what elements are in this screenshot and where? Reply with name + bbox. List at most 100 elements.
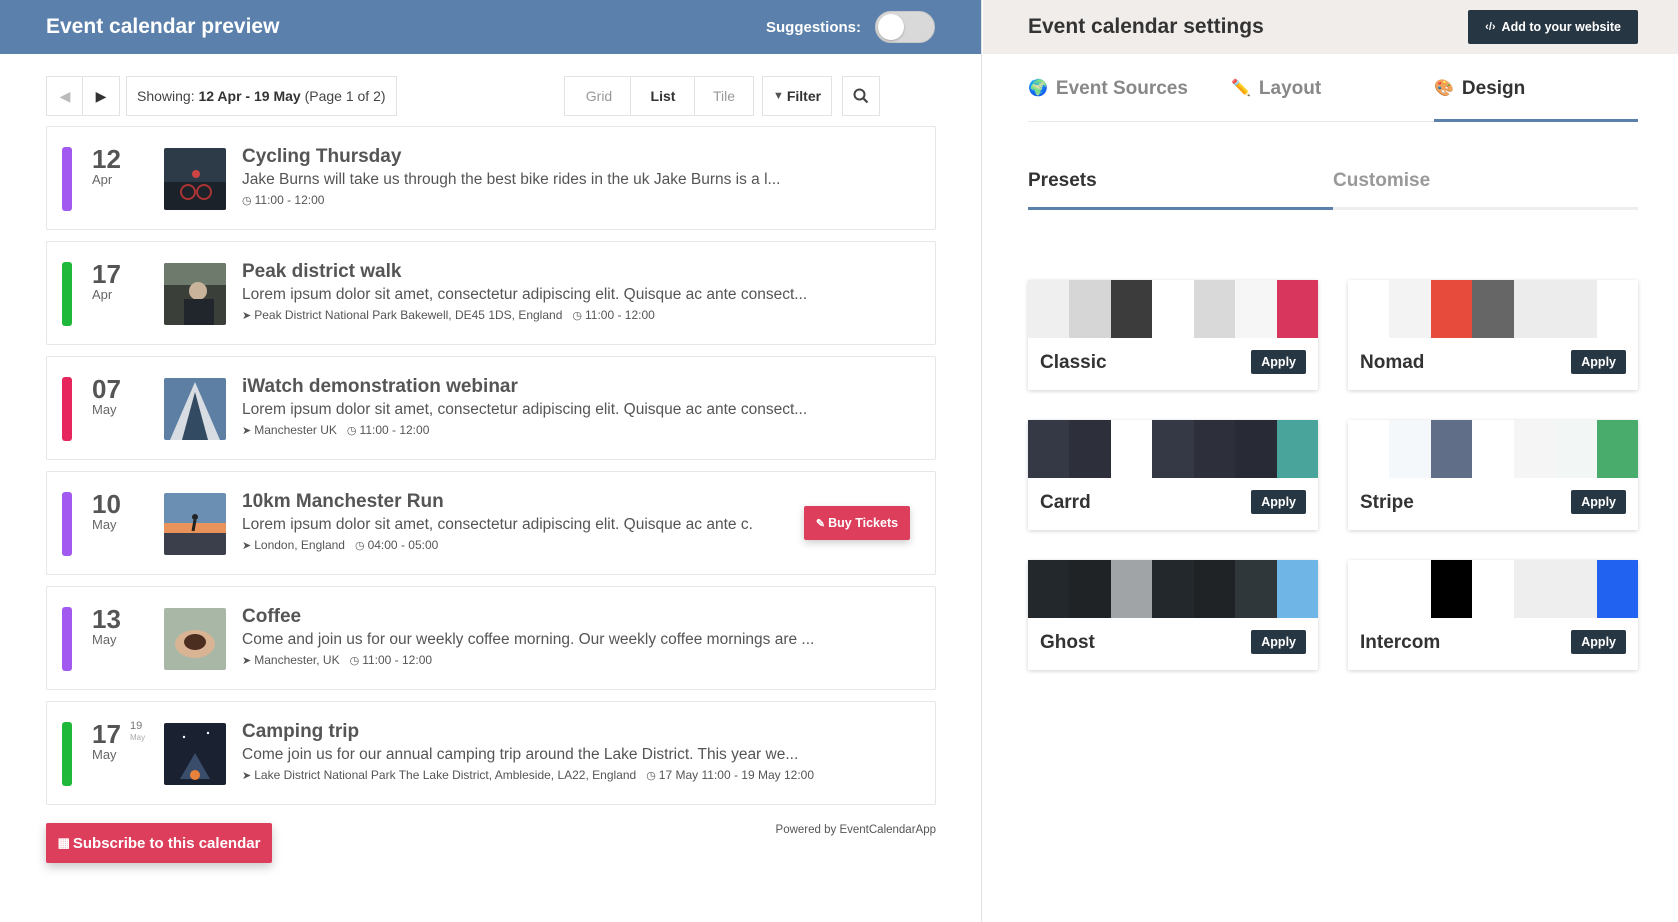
event-description: Lorem ipsum dolor sit amet, consectetur … (242, 516, 752, 533)
color-swatch (1276, 420, 1318, 478)
preset-name: Carrd (1040, 492, 1091, 513)
showing-page: (Page 1 of 2) (304, 88, 386, 104)
event-month: Apr (92, 172, 113, 187)
event-location: Manchester, UK (254, 653, 340, 667)
preset-card-intercom[interactable]: Intercom Apply (1348, 560, 1638, 670)
event-description: Lorem ipsum dolor sit amet, consectetur … (242, 401, 808, 418)
app-window: Event calendar preview Suggestions: ◀ ▶ … (0, 0, 1678, 922)
apply-button[interactable]: Apply (1251, 490, 1306, 514)
apply-button[interactable]: Apply (1571, 630, 1626, 654)
color-swatch (1193, 560, 1236, 618)
pencil-icon: ✏️ (1231, 80, 1251, 97)
buy-tickets-button[interactable]: ✎ Buy Tickets (804, 506, 910, 540)
event-image (164, 493, 226, 555)
event-title[interactable]: Camping trip (242, 720, 915, 744)
event-image (164, 148, 226, 210)
view-tile-button[interactable]: Tile (694, 76, 754, 116)
clock-icon: ◷ (354, 540, 365, 552)
event-title[interactable]: iWatch demonstration webinar (242, 375, 915, 399)
color-swatch (1110, 280, 1153, 338)
color-swatch (1472, 420, 1514, 478)
powered-by-link[interactable]: Powered by EventCalendarApp (737, 824, 936, 836)
showing-prefix: Showing: (137, 88, 195, 104)
tab-label: Layout (1258, 78, 1322, 99)
tab-label: Design (1461, 78, 1526, 99)
apply-button[interactable]: Apply (1571, 350, 1626, 374)
preset-name: Stripe (1360, 492, 1414, 513)
event-date: 10 May (92, 490, 152, 532)
event-location: Lake District National Park The Lake Dis… (254, 768, 637, 782)
event-color-bar (62, 262, 72, 326)
subtab-customise[interactable]: Customise (1333, 170, 1430, 210)
preset-card-ghost[interactable]: Ghost Apply (1028, 560, 1318, 670)
tab-layout[interactable]: ✏️ Layout (1231, 78, 1321, 122)
event-end-date: 19 May (130, 720, 145, 744)
apply-button[interactable]: Apply (1251, 350, 1306, 374)
color-swatch (1028, 560, 1070, 618)
color-swatch (1389, 420, 1431, 478)
event-card-peak-district-walk[interactable]: 17 Apr Peak district walk Lorem ipsum do… (46, 241, 936, 345)
clock-icon: ◷ (349, 655, 360, 667)
event-card-10km-manchester-run[interactable]: 10 May 10km Manchester Run Lorem ipsum d… (46, 471, 936, 575)
event-meta: ➤ Peak District National Park Bakewell, D… (242, 306, 915, 325)
apply-button[interactable]: Apply (1251, 630, 1306, 654)
event-card-coffee[interactable]: 13 May Coffee Come and join us for our w… (46, 586, 936, 690)
color-swatch (1430, 280, 1473, 338)
color-swatch (1348, 560, 1390, 618)
preset-name: Ghost (1040, 632, 1095, 653)
apply-button[interactable]: Apply (1571, 490, 1626, 514)
preset-name: Intercom (1360, 632, 1441, 653)
color-swatch (1110, 420, 1153, 478)
color-swatch (1069, 280, 1111, 338)
color-swatch (1389, 280, 1431, 338)
add-to-website-label: Add to your website (1501, 20, 1621, 34)
design-subtabs: Presets Customise (1028, 156, 1638, 210)
add-to-website-button[interactable]: ‹/› Add to your website (1468, 10, 1638, 44)
color-swatch (1193, 420, 1236, 478)
location-arrow-icon: ➤ (242, 540, 252, 552)
subtab-presets[interactable]: Presets (1028, 170, 1333, 210)
event-date: 12 Apr (92, 145, 152, 187)
subscribe-calendar-button[interactable]: ▦ Subscribe to this calendar (46, 823, 272, 863)
color-swatch (1513, 420, 1556, 478)
tab-design[interactable]: 🎨 Design (1434, 78, 1638, 122)
event-card-cycling-thursday[interactable]: 12 Apr Cycling Thursday Jake Burns will … (46, 126, 936, 230)
location-arrow-icon: ➤ (242, 770, 252, 782)
view-grid-button[interactable]: Grid (564, 76, 634, 116)
preset-card-carrd[interactable]: Carrd Apply (1028, 420, 1318, 530)
event-day: 10 (92, 489, 121, 519)
code-icon: ‹/› (1485, 21, 1496, 33)
search-button[interactable] (842, 76, 880, 116)
preset-swatches (1028, 560, 1318, 618)
showing-dates: 12 Apr - 19 May (198, 88, 301, 104)
preset-card-nomad[interactable]: Nomad Apply (1348, 280, 1638, 390)
event-month: May (92, 747, 117, 762)
preset-card-stripe[interactable]: Stripe Apply (1348, 420, 1638, 530)
color-swatch (1152, 280, 1194, 338)
calendar-toolbar: ◀ ▶ Showing: 12 Apr - 19 May (Page 1 of … (46, 76, 936, 116)
event-title[interactable]: Coffee (242, 605, 915, 629)
preset-card-classic[interactable]: Classic Apply (1028, 280, 1318, 390)
event-card-camping-trip[interactable]: 17 May 19 May Camping trip Come join us … (46, 701, 936, 805)
globe-icon: 🌍 (1028, 80, 1048, 97)
palette-icon: 🎨 (1434, 80, 1454, 97)
calendar-icon: ▦ (57, 835, 70, 850)
next-page-button[interactable]: ▶ (82, 76, 120, 116)
color-swatch (1555, 560, 1597, 618)
search-icon (853, 88, 869, 104)
prev-page-button[interactable]: ◀ (46, 76, 84, 116)
ticket-icon: ✎ (815, 517, 826, 530)
event-list: 12 Apr Cycling Thursday Jake Burns will … (46, 126, 936, 816)
suggestions-toggle[interactable] (875, 11, 935, 43)
preset-swatches (1348, 560, 1638, 618)
event-color-bar (62, 722, 72, 786)
calendar-preview-panel: Event calendar preview Suggestions: ◀ ▶ … (0, 0, 982, 922)
view-list-button[interactable]: List (630, 76, 696, 116)
color-swatch (1152, 420, 1194, 478)
tab-event-sources[interactable]: 🌍 Event Sources (1028, 78, 1188, 122)
event-title[interactable]: Cycling Thursday (242, 145, 915, 169)
event-title[interactable]: Peak district walk (242, 260, 915, 284)
event-end-month: May (130, 733, 146, 742)
event-card-iwatch-webinar[interactable]: 07 May iWatch demonstration webinar Lore… (46, 356, 936, 460)
filter-button[interactable]: ▼ Filter (762, 76, 832, 116)
